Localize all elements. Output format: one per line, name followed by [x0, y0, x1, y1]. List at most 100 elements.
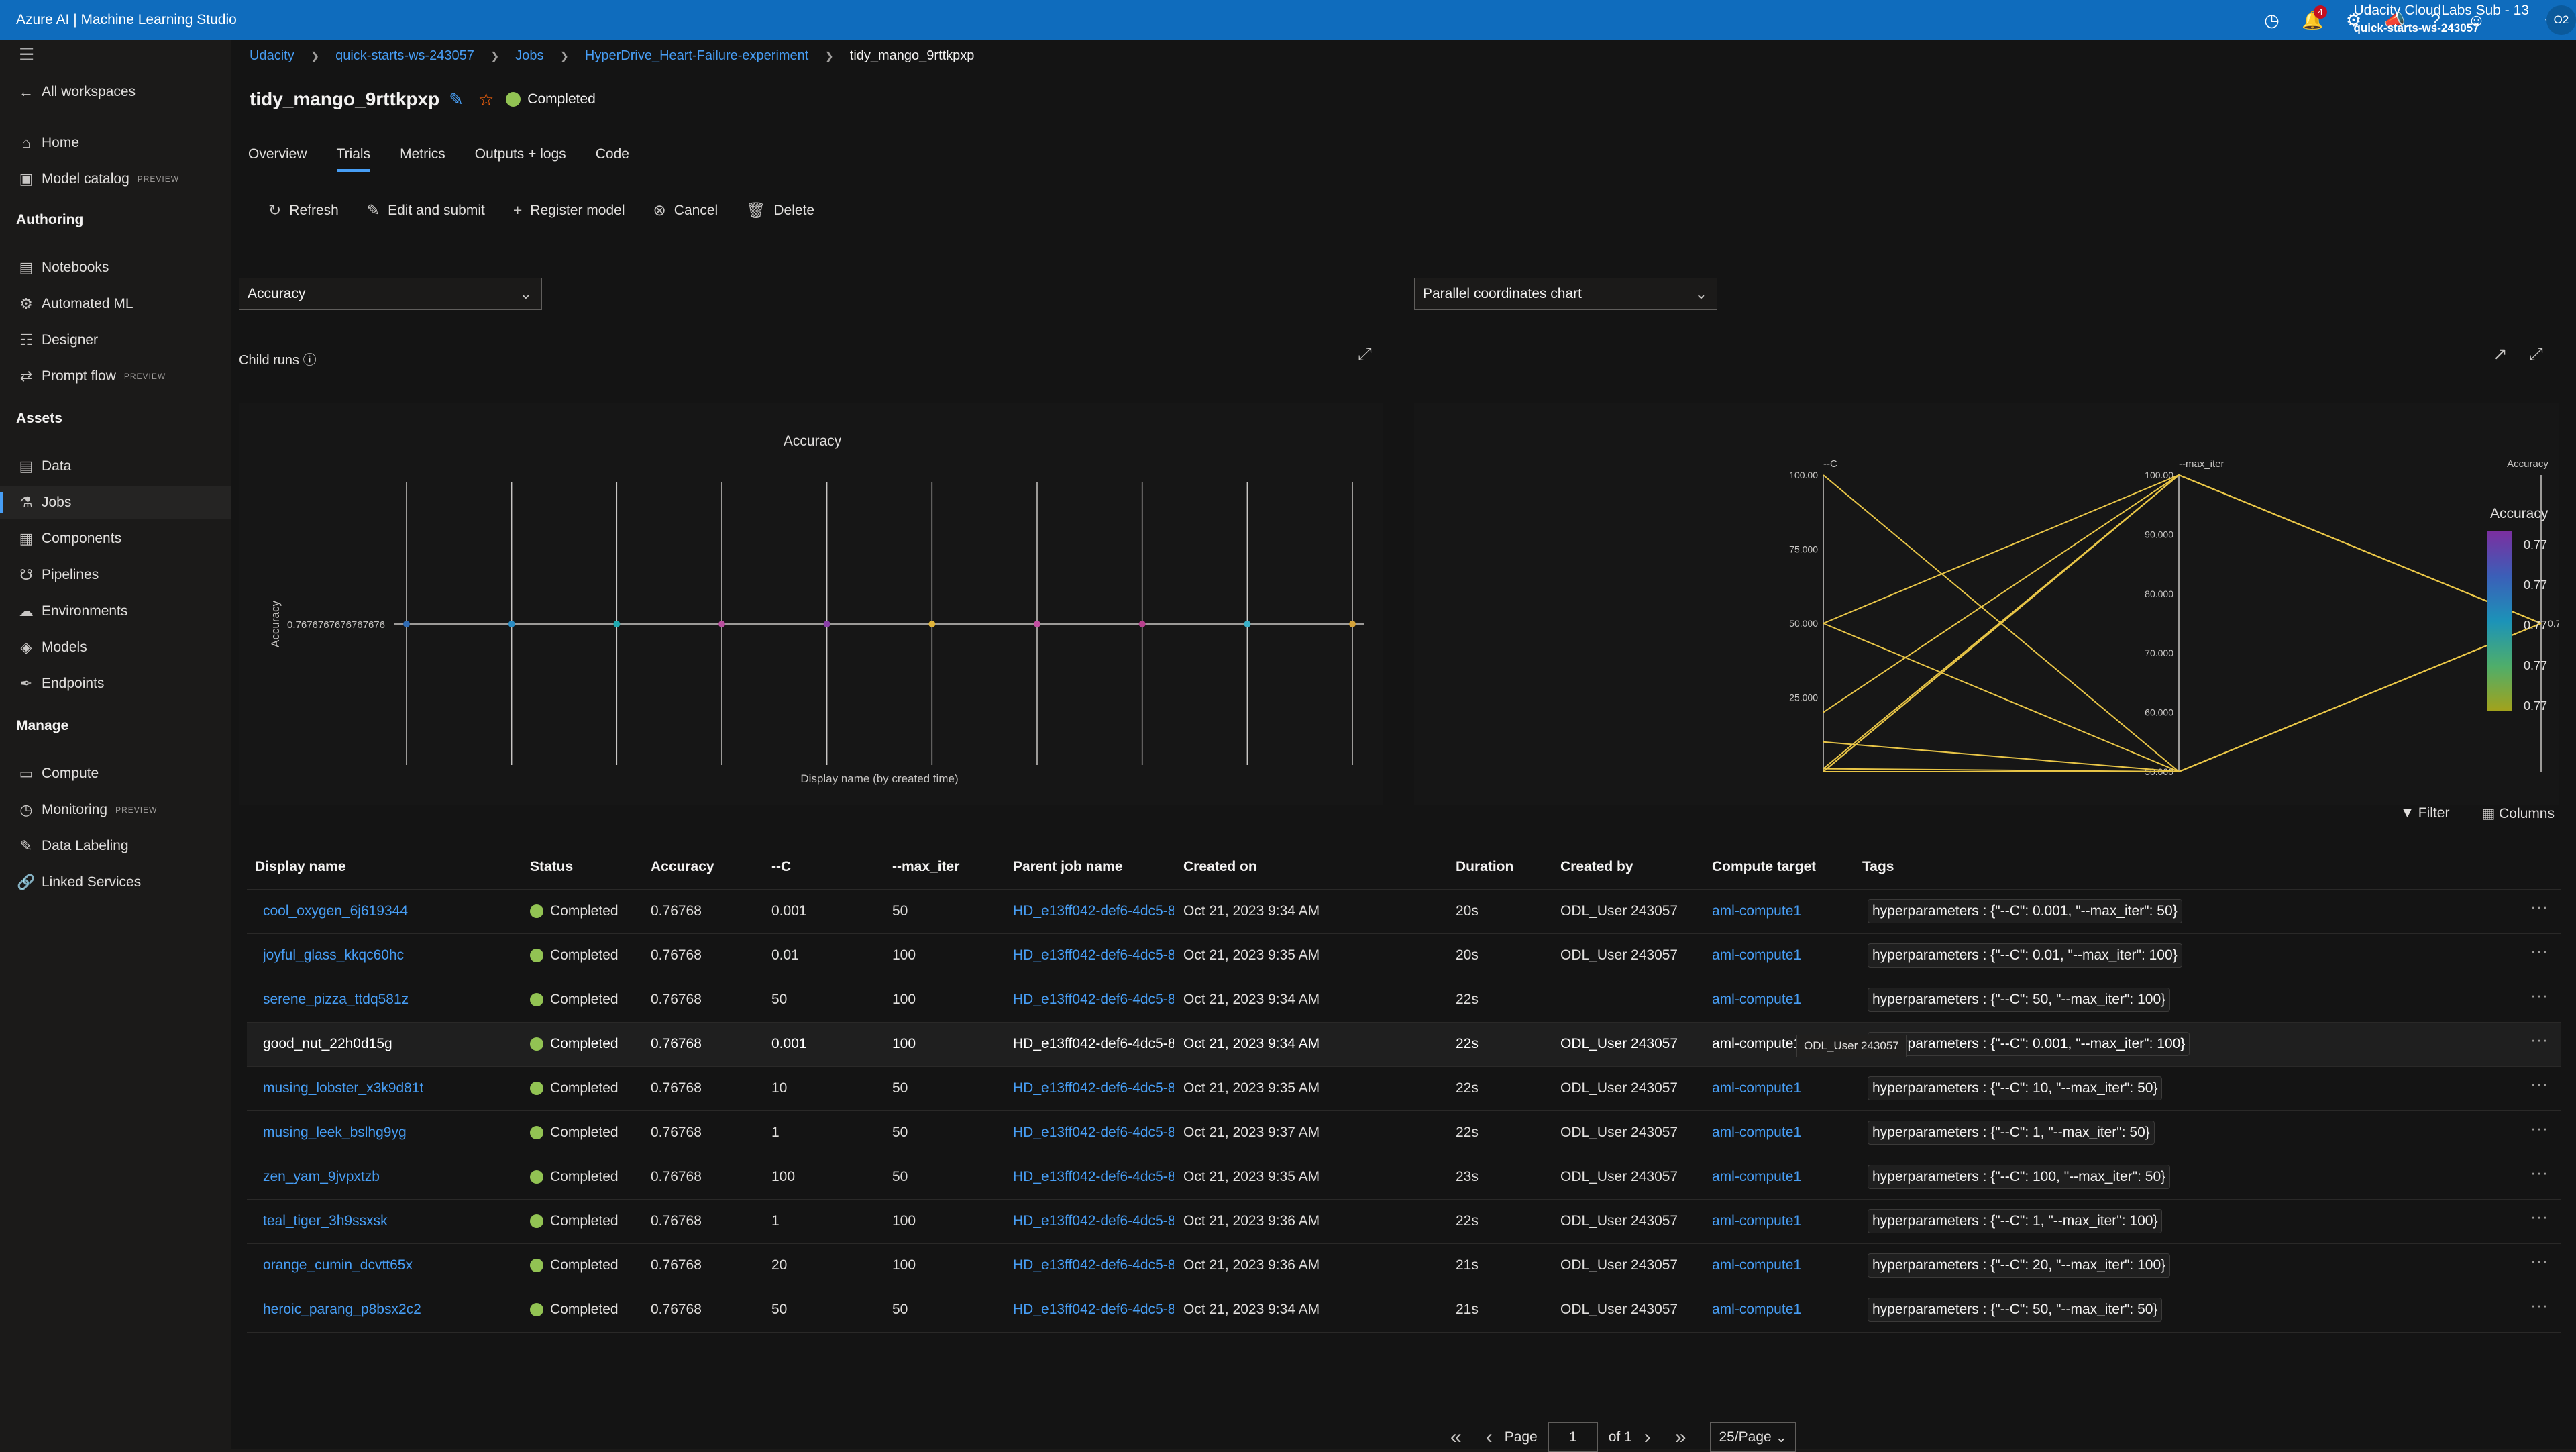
table-row[interactable]: cool_oxygen_6j619344 Completed 0.76768 0.00…	[247, 890, 2561, 934]
table-row[interactable]: serene_pizza_ttdq581z Completed 0.76768 50 1…	[247, 978, 2561, 1023]
table-row[interactable]: good_nut_22h0d15g Completed 0.76768 0.001 10…	[247, 1023, 2561, 1067]
table-row[interactable]: teal_tiger_3h9ssxsk Completed 0.76768 1 100 H…	[247, 1200, 2561, 1244]
page-size-dropdown[interactable]: 25/Page ⌄	[1710, 1422, 1796, 1452]
parallel-line[interactable]	[1823, 623, 2542, 773]
parallel-line[interactable]	[1823, 474, 2542, 770]
tab-overview[interactable]: Overview	[248, 146, 307, 172]
cell-name[interactable]: teal_tiger_3h9ssxsk	[263, 1213, 388, 1229]
sidebar-item-model-catalog[interactable]: ▣ Model catalog PREVIEW	[0, 162, 231, 196]
cell-name[interactable]: joyful_glass_kkqc60hc	[263, 947, 404, 964]
parallel-line[interactable]	[1823, 474, 2542, 713]
parallel-line[interactable]	[1823, 623, 2542, 773]
page-number-input[interactable]: 1	[1548, 1422, 1598, 1452]
filter-button[interactable]: ▼ Filter	[2400, 805, 2449, 822]
parallel-line[interactable]	[1823, 474, 2542, 624]
parallel-line[interactable]	[1823, 474, 2542, 772]
cancel-button[interactable]: ⊗ Cancel	[653, 201, 718, 219]
column-header-display-name[interactable]: Display name	[255, 859, 345, 875]
app-title[interactable]: Azure AI | Machine Learning Studio	[16, 12, 237, 28]
chart-point[interactable]	[1349, 621, 1356, 627]
sidebar-item-all-workspaces[interactable]: ← All workspaces	[0, 75, 231, 109]
more-options-icon[interactable]: ···	[2530, 1295, 2548, 1316]
cell-compute[interactable]: aml-compute1	[1712, 1080, 1801, 1096]
more-options-icon[interactable]: ···	[2530, 985, 2548, 1006]
next-page-icon[interactable]: ›	[1644, 1426, 1651, 1449]
table-row[interactable]: orange_cumin_dcvtt65x Completed 0.76768 20 1…	[247, 1244, 2561, 1288]
chart-point[interactable]	[928, 621, 936, 627]
cell-compute[interactable]: aml-compute1	[1712, 1036, 1801, 1052]
more-options-icon[interactable]: ···	[2530, 1162, 2548, 1183]
column-header-accuracy[interactable]: Accuracy	[651, 859, 714, 875]
chart-point[interactable]	[508, 621, 515, 627]
cell-name[interactable]: zen_yam_9jvpxtzb	[263, 1169, 380, 1185]
table-row[interactable]: zen_yam_9jvpxtzb Completed 0.76768 100 50 HD_…	[247, 1155, 2561, 1200]
cell-compute[interactable]: aml-compute1	[1712, 992, 1801, 1008]
tab-metrics[interactable]: Metrics	[400, 146, 445, 172]
last-page-icon[interactable]: »	[1675, 1426, 1686, 1449]
bell-icon[interactable]: 🔔 4	[2292, 0, 2333, 40]
avatar[interactable]: O2	[2546, 5, 2576, 35]
column-header-parent-job[interactable]: Parent job name	[1013, 859, 1122, 875]
cell-parent[interactable]: HD_e13ff042-def6-4dc5-8	[1013, 1213, 1174, 1229]
more-options-icon[interactable]: ···	[2530, 1251, 2548, 1272]
sidebar-item-compute[interactable]: ▭ Compute	[0, 757, 231, 790]
expand-icon[interactable]: ⤢	[2529, 344, 2543, 365]
account-menu[interactable]: Udacity CloudLabs Sub - 13 quick-starts-…	[2354, 3, 2530, 35]
breadcrumb-udacity[interactable]: Udacity	[250, 48, 294, 64]
parallel-line[interactable]	[1823, 623, 2542, 773]
column-header-tags[interactable]: Tags	[1862, 859, 1894, 875]
sidebar-item-monitoring[interactable]: ◷ Monitoring PREVIEW	[0, 793, 231, 827]
cell-name[interactable]: serene_pizza_ttdq581z	[263, 992, 409, 1008]
column-header-status[interactable]: Status	[530, 859, 573, 875]
cell-parent[interactable]: HD_e13ff042-def6-4dc5-8	[1013, 1169, 1174, 1185]
sidebar-item-data[interactable]: ▤ Data	[0, 450, 231, 483]
register-model-button[interactable]: + Register model	[513, 201, 625, 219]
line-chart-icon[interactable]: ↗	[2493, 344, 2508, 364]
metric-dropdown[interactable]: Accuracy ⌄	[239, 278, 542, 310]
more-options-icon[interactable]: ···	[2530, 896, 2548, 917]
cell-compute[interactable]: aml-compute1	[1712, 903, 1801, 919]
cell-compute[interactable]: aml-compute1	[1712, 1257, 1801, 1274]
sidebar-item-automated-ml[interactable]: ⚙ Automated ML	[0, 287, 231, 321]
column-header-created-on[interactable]: Created on	[1183, 859, 1257, 875]
more-options-icon[interactable]: ···	[2530, 1206, 2548, 1227]
sidebar-item-data-labeling[interactable]: ✎ Data Labeling	[0, 829, 231, 863]
parallel-line[interactable]	[1823, 474, 2542, 772]
cell-parent[interactable]: HD_e13ff042-def6-4dc5-8	[1013, 1257, 1174, 1274]
star-icon[interactable]: ☆	[478, 89, 494, 110]
parallel-line[interactable]	[1823, 474, 2542, 773]
cell-name[interactable]: good_nut_22h0d15g	[263, 1036, 392, 1052]
breadcrumb-workspace[interactable]: quick-starts-ws-243057	[335, 48, 474, 64]
chart-point[interactable]	[823, 621, 830, 627]
sidebar-item-components[interactable]: ▦ Components	[0, 522, 231, 556]
more-options-icon[interactable]: ···	[2530, 1029, 2548, 1050]
tab-outputs-logs[interactable]: Outputs + logs	[475, 146, 566, 172]
sidebar-item-environments[interactable]: ☁ Environments	[0, 594, 231, 628]
hamburger-icon[interactable]: ☰	[19, 44, 34, 65]
chart-point[interactable]	[403, 621, 410, 627]
breadcrumb-experiment[interactable]: HyperDrive_Heart-Failure-experiment	[585, 48, 808, 64]
cell-parent[interactable]: HD_e13ff042-def6-4dc5-8	[1013, 992, 1174, 1008]
sidebar-item-models[interactable]: ◈ Models	[0, 631, 231, 664]
sidebar-item-endpoints[interactable]: ✒ Endpoints	[0, 667, 231, 701]
column-header-created-by[interactable]: Created by	[1560, 859, 1633, 875]
sidebar-item-designer[interactable]: ☶ Designer	[0, 323, 231, 357]
cell-compute[interactable]: aml-compute1	[1712, 947, 1801, 964]
cell-name[interactable]: heroic_parang_p8bsx2c2	[263, 1302, 421, 1318]
chart-point[interactable]	[613, 621, 621, 627]
chart-point[interactable]	[1244, 621, 1251, 627]
tab-code[interactable]: Code	[596, 146, 629, 172]
cell-name[interactable]: musing_lobster_x3k9d81t	[263, 1080, 423, 1096]
cell-parent[interactable]: HD_e13ff042-def6-4dc5-8	[1013, 1036, 1174, 1052]
cell-name[interactable]: orange_cumin_dcvtt65x	[263, 1257, 413, 1274]
table-row[interactable]: heroic_parang_p8bsx2c2 Completed 0.76768 50…	[247, 1288, 2561, 1333]
column-header-duration[interactable]: Duration	[1456, 859, 1513, 875]
sidebar-item-prompt-flow[interactable]: ⇄ Prompt flow PREVIEW	[0, 360, 231, 393]
more-options-icon[interactable]: ···	[2530, 1074, 2548, 1094]
edit-submit-button[interactable]: ✎ Edit and submit	[367, 201, 485, 219]
cell-compute[interactable]: aml-compute1	[1712, 1213, 1801, 1229]
prev-page-icon[interactable]: ‹	[1486, 1426, 1493, 1449]
cell-name[interactable]: musing_leek_bslhg9yg	[263, 1125, 407, 1141]
column-header-max-iter[interactable]: --max_iter	[892, 859, 959, 875]
info-icon[interactable]: ⓘ	[303, 353, 317, 368]
